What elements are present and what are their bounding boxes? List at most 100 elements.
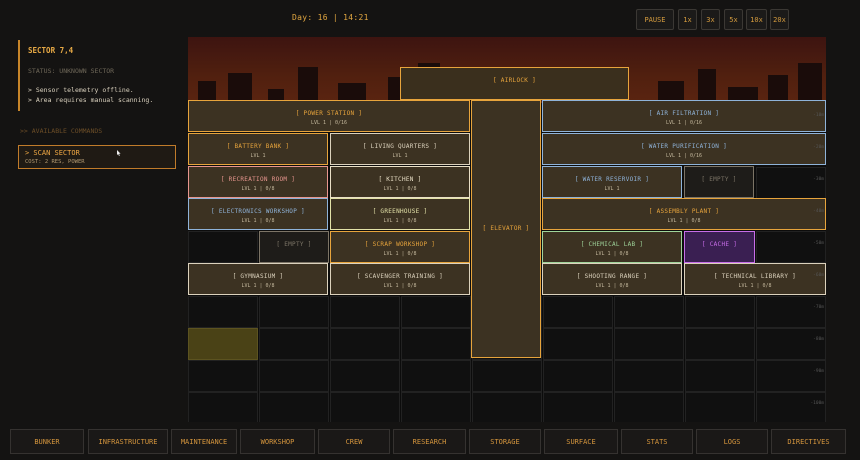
empty-grid-cell[interactable] [543,296,613,328]
empty-grid-cell[interactable] [614,360,684,392]
empty-grid-cell[interactable] [543,360,613,392]
empty-grid-cell[interactable] [614,392,684,422]
room-elevator[interactable]: [ ELEVATOR ] [471,100,541,358]
empty-grid-cell[interactable] [472,392,542,422]
nav-maintenance-button[interactable]: MAINTENANCE [171,429,237,454]
empty-grid-cell[interactable] [685,328,755,360]
room-empty-room[interactable]: [ EMPTY ] [259,231,329,263]
room-name: [ AIRLOCK ] [492,77,537,84]
empty-grid-cell[interactable] [330,328,400,360]
room-level: LVL 1 | 0/8 [667,218,701,224]
empty-grid-cell[interactable] [614,296,684,328]
room-name: [ KITCHEN ] [378,176,422,183]
day-time-display: Day: 16 | 14:21 [292,13,369,22]
speed-3x-button[interactable]: 3x [701,9,720,30]
speed-5x-button[interactable]: 5x [724,9,743,30]
depth-marker: -100m [810,401,824,406]
sector-panel: SECTOR 7,4 STATUS: UNKNOWN SECTOR > Sens… [18,40,176,169]
sector-message: > Sensor telemetry offline. [28,86,134,94]
room-shooting-range[interactable]: [ SHOOTING RANGE ] LVL 1 | 0/8 [542,263,682,295]
room-name: [ GYMNASIUM ] [232,273,284,280]
room-name: [ EMPTY ] [276,241,312,248]
room-level: LVL 1 | 0/16 [665,153,703,159]
nav-logs-button[interactable]: LOGS [696,429,768,454]
room-scavenger-training[interactable]: [ SCAVENGER TRAINING ] LVL 1 | 0/8 [330,263,470,295]
skyline-building [698,69,716,103]
room-airlock[interactable]: [ AIRLOCK ] [400,67,629,100]
room-battery-bank[interactable]: [ BATTERY BANK ] LVL 1 [188,133,328,165]
empty-grid-cell[interactable] [472,360,542,392]
room-scrap-workshop[interactable]: [ SCRAP WORKSHOP ] LVL 1 | 0/8 [330,231,470,263]
room-water-reservoir[interactable]: [ WATER RESERVOIR ] LVL 1 [542,166,682,198]
nav-surface-button[interactable]: SURFACE [544,429,618,454]
room-technical-library[interactable]: [ TECHNICAL LIBRARY ] LVL 1 | 0/8 [684,263,826,295]
sector-info: SECTOR 7,4 STATUS: UNKNOWN SECTOR > Sens… [18,40,176,111]
empty-grid-cell[interactable] [259,328,329,360]
empty-grid-cell[interactable] [756,167,826,199]
nav-workshop-button[interactable]: WORKSHOP [240,429,315,454]
bunker-map[interactable]: [ AIRLOCK ] [ POWER STATION ] LVL 1 | 0/16… [188,37,826,422]
room-level: LVL 1 | 0/8 [738,283,772,289]
empty-grid-cell[interactable] [614,328,684,360]
selected-grid-cell[interactable] [188,328,258,360]
room-name: [ WATER RESERVOIR ] [574,176,650,183]
empty-grid-cell[interactable] [330,392,400,422]
scan-sector-button[interactable]: > SCAN SECTOR COST: 2 RES, POWER [18,145,176,169]
room-level: LVL 1 | 0/8 [383,283,417,289]
depth-marker: -70m [813,305,824,310]
speed-10x-button[interactable]: 10x [746,9,767,30]
empty-grid-cell[interactable] [401,328,471,360]
empty-grid-cell[interactable] [543,328,613,360]
empty-grid-cell[interactable] [756,360,826,392]
empty-grid-cell[interactable] [756,392,826,422]
empty-grid-cell[interactable] [756,328,826,360]
room-cache[interactable]: [ CACHE ] [684,231,755,263]
empty-grid-cell[interactable] [188,360,258,392]
empty-grid-cell[interactable] [330,296,400,328]
room-air-filtration[interactable]: [ AIR FILTRATION ] LVL 1 | 0/16 [542,100,826,132]
nav-storage-button[interactable]: STORAGE [469,429,541,454]
empty-grid-cell[interactable] [401,392,471,422]
room-assembly-plant[interactable]: [ ASSEMBLY PLANT ] LVL 1 | 0/8 [542,198,826,230]
room-chemical-lab[interactable]: [ CHEMICAL LAB ] LVL 1 | 0/8 [542,231,682,263]
room-living-quarters[interactable]: [ LIVING QUARTERS ] LVL 1 [330,133,470,165]
room-gymnasium[interactable]: [ GYMNASIUM ] LVL 1 | 0/8 [188,263,328,295]
empty-grid-cell[interactable] [188,296,258,328]
empty-grid-cell[interactable] [756,296,826,328]
depth-marker: -90m [813,369,824,374]
empty-grid-cell[interactable] [685,392,755,422]
empty-grid-cell[interactable] [685,360,755,392]
room-greenhouse[interactable]: [ GREENHOUSE ] LVL 1 | 0/8 [330,198,470,230]
empty-grid-cell[interactable] [188,231,258,263]
empty-grid-cell[interactable] [401,296,471,328]
empty-grid-cell[interactable] [188,392,258,422]
room-electronics-workshop[interactable]: [ ELECTRONICS WORKSHOP ] LVL 1 | 0/8 [188,198,328,230]
empty-grid-cell[interactable] [259,360,329,392]
nav-directives-button[interactable]: DIRECTIVES [771,429,846,454]
room-kitchen[interactable]: [ KITCHEN ] LVL 1 | 0/8 [330,166,470,198]
room-level: LVL 1 | 0/16 [310,120,348,126]
speed-1x-button[interactable]: 1x [678,9,697,30]
empty-grid-cell[interactable] [259,296,329,328]
nav-research-button[interactable]: RESEARCH [393,429,466,454]
pause-button[interactable]: PAUSE [636,9,674,30]
depth-marker: -30m [813,177,824,182]
nav-bunker-button[interactable]: BUNKER [10,429,84,454]
room-power-station[interactable]: [ POWER STATION ] LVL 1 | 0/16 [188,100,470,132]
room-water-purification[interactable]: [ WATER PURIFICATION ] LVL 1 | 0/16 [542,133,826,165]
room-level: LVL 1 | 0/8 [383,218,417,224]
speed-20x-button[interactable]: 20x [770,9,789,30]
room-recreation-room[interactable]: [ RECREATION ROOM ] LVL 1 | 0/8 [188,166,328,198]
nav-infrastructure-button[interactable]: INFRASTRUCTURE [88,429,168,454]
nav-stats-button[interactable]: STATS [621,429,693,454]
mouse-cursor-icon [117,150,121,156]
nav-crew-button[interactable]: CREW [318,429,390,454]
empty-grid-cell[interactable] [330,360,400,392]
room-name: [ SCAVENGER TRAINING ] [356,273,444,280]
empty-grid-cell[interactable] [756,231,826,263]
empty-grid-cell[interactable] [543,392,613,422]
empty-grid-cell[interactable] [259,392,329,422]
room-empty-room[interactable]: [ EMPTY ] [684,166,754,198]
empty-grid-cell[interactable] [401,360,471,392]
empty-grid-cell[interactable] [685,296,755,328]
